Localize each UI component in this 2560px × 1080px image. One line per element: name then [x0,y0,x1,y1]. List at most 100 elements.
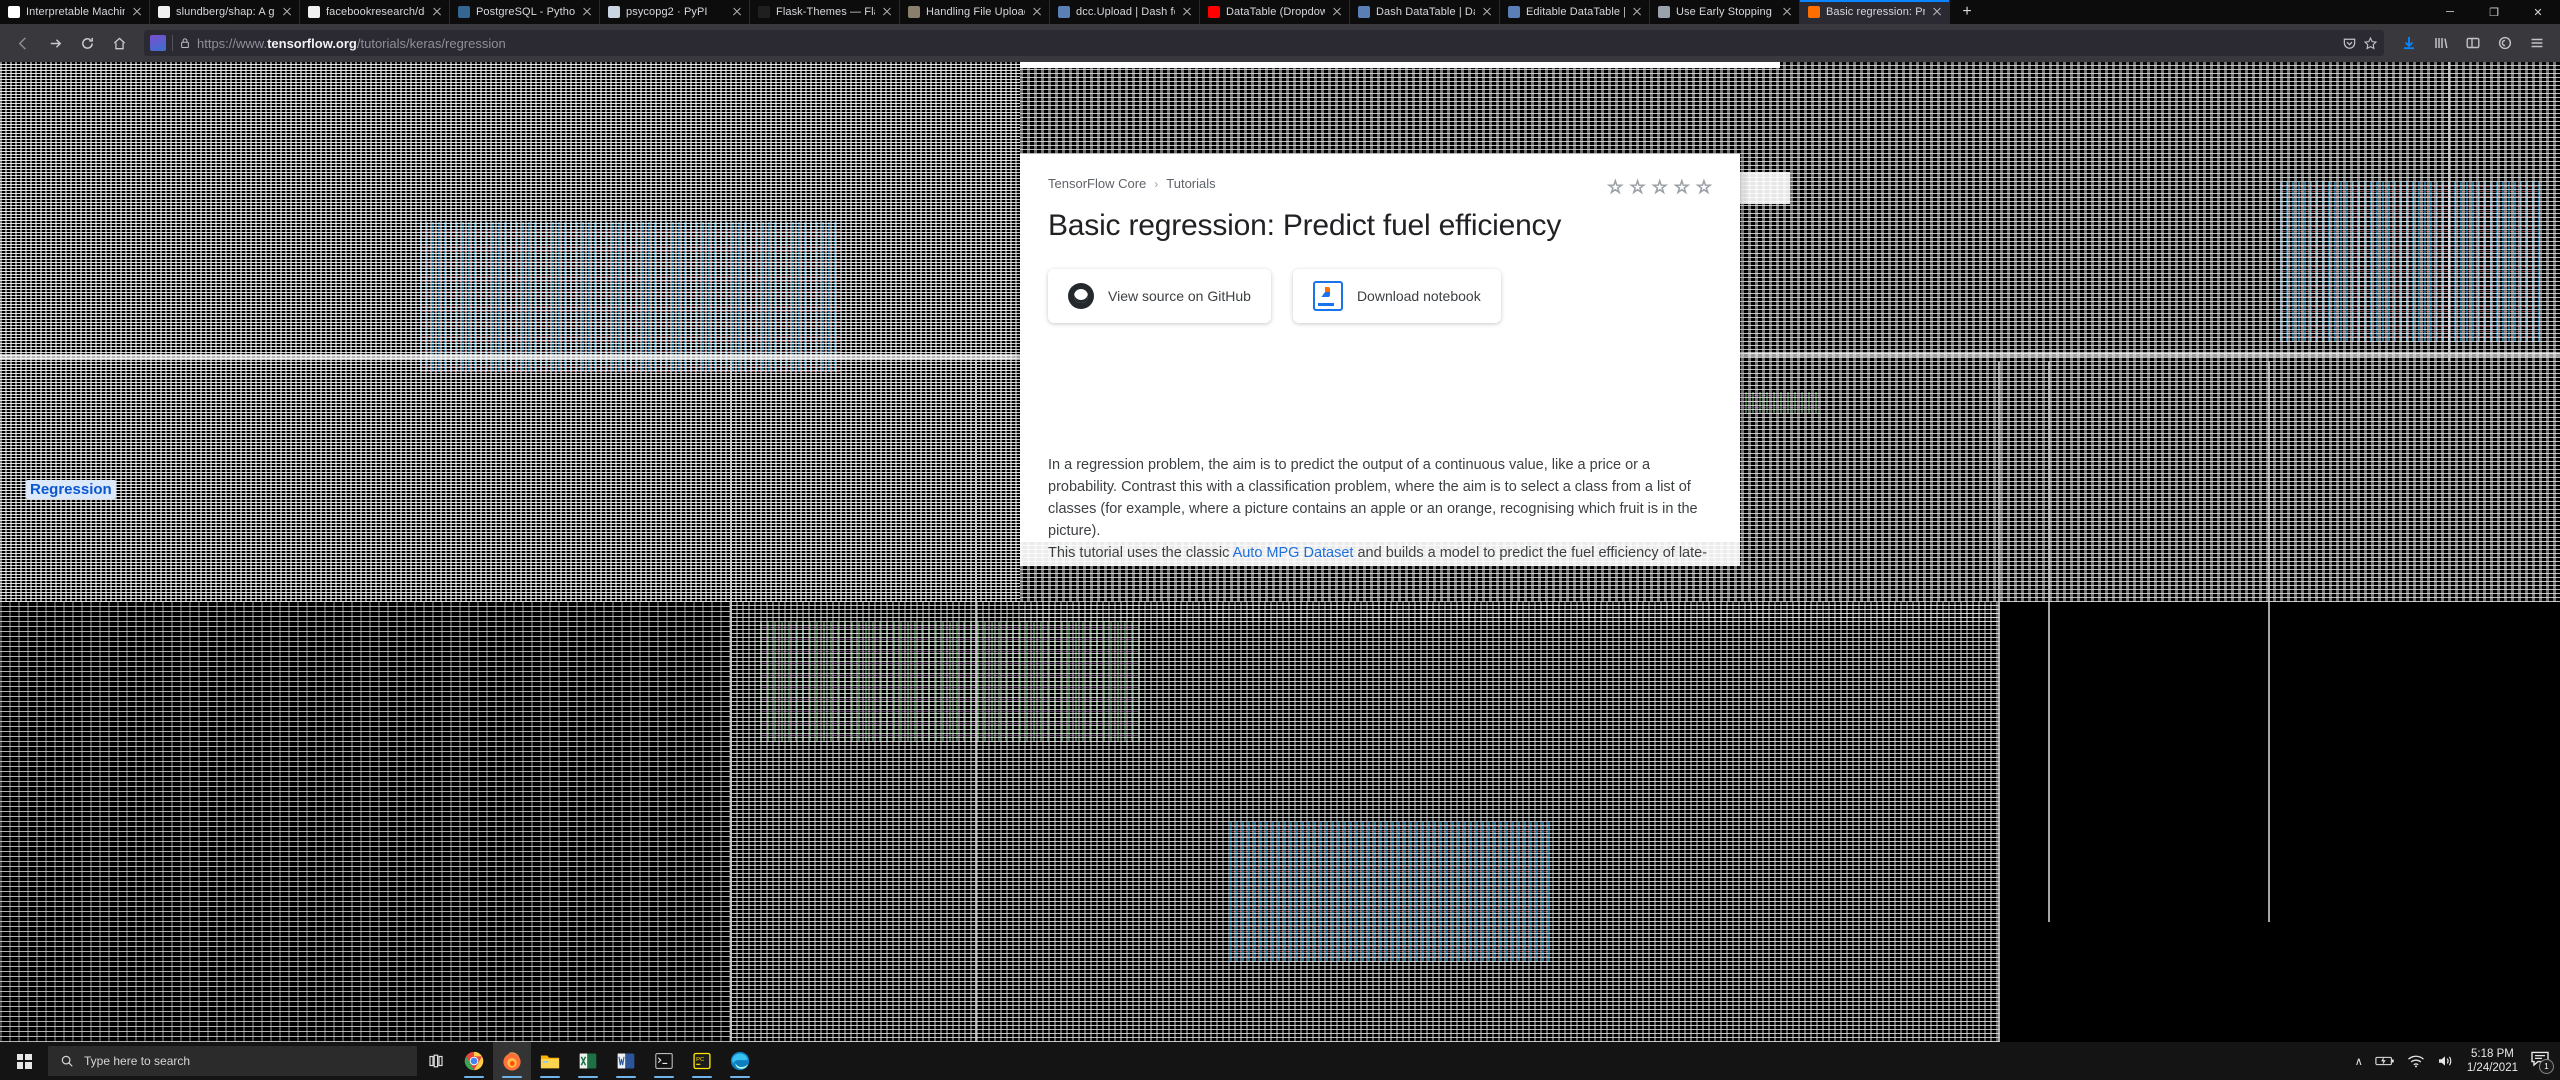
breadcrumb-current[interactable]: Tutorials [1166,176,1215,191]
task-view-icon[interactable] [417,1042,455,1080]
browser-tab[interactable]: PostgreSQL - Python In [450,0,600,24]
tab-label: Dash DataTable | Dash f [1376,6,1475,18]
search-input[interactable]: Type here to search [48,1046,417,1076]
pocket-icon[interactable] [2342,36,2357,51]
system-tray: ∧ 5:18 PM 1/24/2021 1 [2355,1047,2560,1075]
article-body: In a regression problem, the aim is to p… [1020,454,1740,566]
rating-stars[interactable]: ☆ ☆ ☆ ☆ ☆ [1607,178,1713,197]
github-icon [158,6,170,18]
tab-label: Use Early Stopping to H [1676,6,1775,18]
rating-star[interactable]: ☆ [1607,178,1624,197]
tab-close-icon[interactable] [1781,6,1793,18]
view-source-button[interactable]: View source on GitHub [1048,269,1271,323]
tab-close-icon[interactable] [431,6,443,18]
action-buttons: View source on GitHub Download notebook [1048,269,1712,323]
tab-close-icon[interactable] [581,6,593,18]
tab-label: Flask-Themes — Flask Them [776,6,875,18]
library-icon[interactable] [2426,29,2456,57]
forward-button[interactable] [40,29,70,57]
tab-close-icon[interactable] [1481,6,1493,18]
artifact-line [2048,362,2050,922]
tab-close-icon[interactable] [131,6,143,18]
tab-close-icon[interactable] [1931,6,1943,18]
new-tab-button[interactable]: + [1950,0,1984,24]
url-prefix: https://www. [197,35,268,51]
sidebar-icon[interactable] [2458,29,2488,57]
account-icon[interactable] [2490,29,2520,57]
tab-close-icon[interactable] [731,6,743,18]
terminal-icon[interactable] [645,1042,683,1080]
paragraph-dataset: This tutorial uses the classic Auto MPG … [1020,542,1740,566]
paragraph-intro: In a regression problem, the aim is to p… [1020,454,1740,542]
search-placeholder: Type here to search [84,1054,191,1068]
notification-center-icon[interactable]: 1 [2530,1050,2554,1074]
tab-close-icon[interactable] [1181,6,1193,18]
tab-close-icon[interactable] [1631,6,1643,18]
breadcrumb-root[interactable]: TensorFlow Core [1048,176,1146,191]
chrome-icon[interactable] [455,1042,493,1080]
site-identity-icon [150,35,166,51]
wifi-icon[interactable] [2407,1054,2425,1068]
downloads-icon[interactable] [2394,29,2424,57]
tab-label: Handling File Uploads [926,6,1025,18]
home-button[interactable] [104,29,134,57]
show-hidden-icons-chevron[interactable]: ∧ [2355,1055,2363,1068]
person-icon [908,6,920,18]
restore-button[interactable]: ❐ [2472,0,2516,24]
windows-taskbar: Type here to search PC ∧ 5:18 PM 1/24/20… [0,1042,2560,1080]
browser-tab[interactable]: Editable DataTable | Da [1500,0,1650,24]
rating-star[interactable]: ☆ [1673,178,1690,197]
clock[interactable]: 5:18 PM 1/24/2021 [2467,1047,2518,1075]
browser-tab[interactable]: facebookresearch/deit [300,0,450,24]
close-button[interactable]: ✕ [2516,0,2560,24]
browser-tab[interactable]: Interpretable Machine [0,0,150,24]
browser-tab[interactable]: Dash DataTable | Dash f [1350,0,1500,24]
tab-close-icon[interactable] [281,6,293,18]
browser-tab[interactable]: Basic regression: Predic [1800,0,1950,24]
excel-icon[interactable] [569,1042,607,1080]
menu-icon[interactable] [2522,29,2552,57]
back-button[interactable] [8,29,38,57]
tab-label: dcc.Upload | Dash for P [1076,6,1175,18]
pc-icon[interactable]: PC [683,1042,721,1080]
notification-badge: 1 [2539,1059,2554,1074]
postgresql-icon [458,6,470,18]
artifact-color-block [1230,822,1550,962]
tab-label: DataTable (Dropdown) [1226,6,1325,18]
address-bar[interactable]: https://www.tensorflow.org/tutorials/ker… [144,30,2384,56]
firefox-icon[interactable] [493,1042,531,1080]
chart-icon [8,6,20,18]
bookmark-star-icon[interactable] [2363,36,2378,51]
browser-tab[interactable]: dcc.Upload | Dash for P [1050,0,1200,24]
flask-icon [758,6,770,18]
browser-tab[interactable]: Use Early Stopping to H [1650,0,1800,24]
browser-tab[interactable]: DataTable (Dropdown) [1200,0,1350,24]
browser-tab[interactable]: slundberg/shap: A gam [150,0,300,24]
start-button[interactable] [0,1042,48,1080]
tab-close-icon[interactable] [1031,6,1043,18]
notebook-icon [1312,281,1343,311]
file-explorer-icon[interactable] [531,1042,569,1080]
artifact-color-block [2280,182,2540,342]
artifact-block [2000,602,2560,1042]
browser-tab[interactable]: Handling File Uploads [900,0,1050,24]
rating-star[interactable]: ☆ [1629,178,1646,197]
browser-tab[interactable]: psycopg2 · PyPI [600,0,750,24]
rating-star[interactable]: ☆ [1651,178,1668,197]
divider [172,35,173,51]
edge-icon[interactable] [721,1042,759,1080]
svg-text:PC: PC [696,1057,704,1063]
download-notebook-button[interactable]: Download notebook [1292,269,1501,323]
minimize-button[interactable]: ─ [2428,0,2472,24]
auto-mpg-dataset-link[interactable]: Auto MPG Dataset [1233,545,1354,561]
rating-star[interactable]: ☆ [1695,178,1712,197]
tab-close-icon[interactable] [881,6,893,18]
reload-button[interactable] [72,29,102,57]
tab-close-icon[interactable] [1331,6,1343,18]
volume-icon[interactable] [2437,1054,2455,1068]
browser-toolbar-icons [2394,29,2552,57]
browser-tab[interactable]: Flask-Themes — Flask Them [750,0,900,24]
word-icon[interactable] [607,1042,645,1080]
artifact-band [1020,62,1780,68]
battery-icon[interactable] [2375,1054,2395,1068]
